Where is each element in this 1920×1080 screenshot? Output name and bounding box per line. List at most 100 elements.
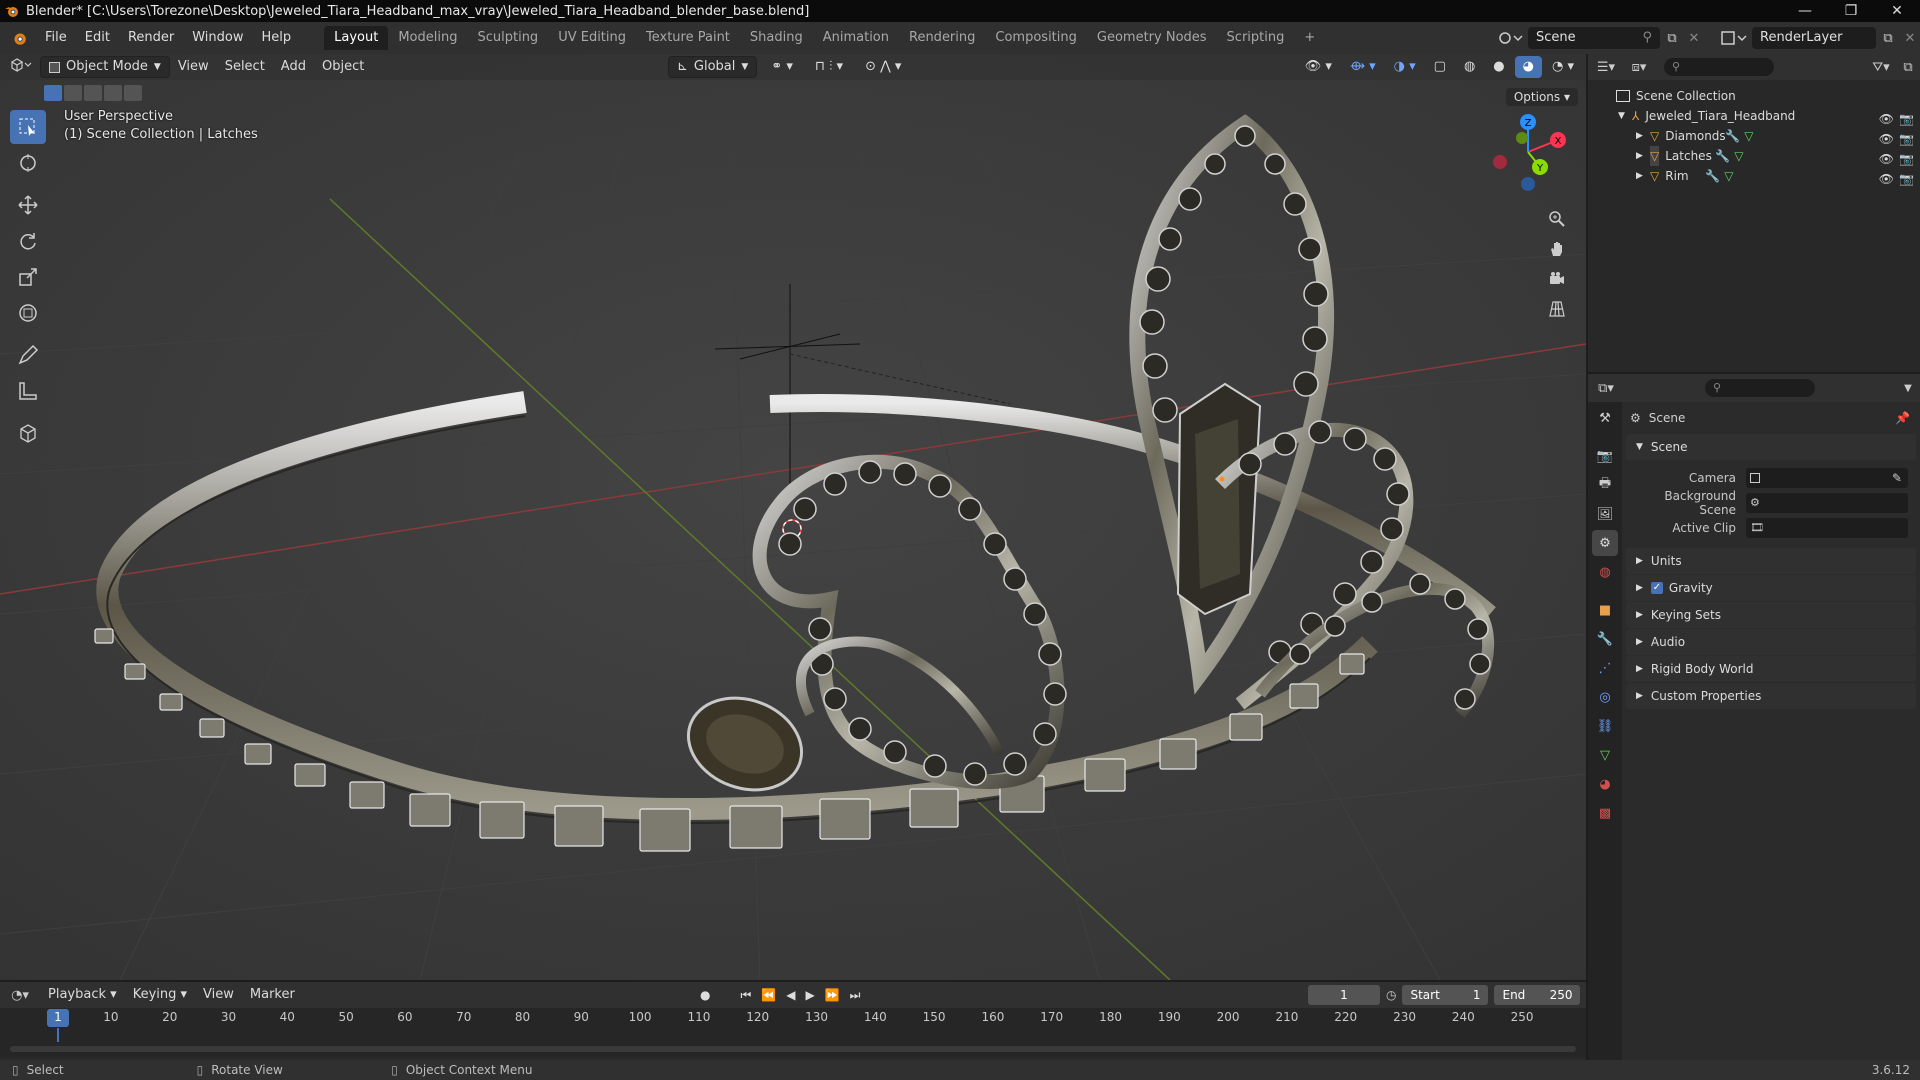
rendered-shading-icon[interactable]: ◔ ▾ [1544,56,1582,78]
scene-field[interactable]: Scene ⚲ [1528,27,1660,49]
camera-field[interactable]: ✎ [1746,467,1908,488]
current-frame-field[interactable]: 1 [1308,985,1380,1005]
audio-panel-header[interactable]: ▶ Audio [1626,629,1916,655]
xray-toggle-icon[interactable]: ▢ [1426,56,1454,78]
gizmo-toggle-icon[interactable]: ⟴ ▾ [1342,56,1384,78]
units-panel-header[interactable]: ▶ Units [1626,548,1916,574]
scene-tab-icon[interactable]: ⚙ [1592,530,1618,556]
expand-arrow-icon[interactable]: ▼ [1618,106,1632,126]
start-frame-field[interactable]: Start 1 [1402,985,1489,1005]
play-icon[interactable]: ▶ [805,988,814,1002]
minimize-button[interactable]: — [1782,0,1828,22]
active-clip-field[interactable]: 🎞 [1746,517,1908,538]
maximize-button[interactable]: ❐ [1828,0,1874,22]
visibility-eye-icon[interactable]: 👁 [1879,169,1894,189]
preview-range-icon[interactable]: ◷ [1386,988,1396,1002]
viewport-scene[interactable] [0,54,1586,980]
expand-arrow-icon[interactable]: ▶ [1636,146,1650,166]
pan-hand-icon[interactable] [1542,234,1572,264]
timeline-scrollbar[interactable] [10,1046,1576,1052]
wireframe-shading-icon[interactable]: ◍ [1456,56,1483,78]
blender-menu-icon[interactable] [10,29,28,47]
new-collection-icon[interactable]: ⧉ [1896,60,1920,75]
properties-options-icon[interactable]: ▼ [1896,383,1920,394]
menu-marker[interactable]: Marker [242,984,303,1006]
add-cube-tool[interactable] [10,416,46,450]
remove-scene-icon[interactable]: ✕ [1684,31,1704,46]
jump-end-icon[interactable]: ⏭ [850,988,861,1003]
close-button[interactable]: ✕ [1874,0,1920,22]
outliner-row-scene-collection[interactable]: Scene Collection [1588,86,1920,106]
tab-modeling[interactable]: Modeling [388,26,467,50]
tab-texture-paint[interactable]: Texture Paint [636,26,740,50]
rigid-body-world-panel-header[interactable]: ▶ Rigid Body World [1626,656,1916,682]
view-layer-icon[interactable] [1718,28,1748,48]
properties-editor-type-icon[interactable]: ⧉▾ [1588,381,1624,396]
select-subtract-icon[interactable] [84,85,102,101]
menu-window[interactable]: Window [183,26,252,50]
texture-tab-icon[interactable]: ▩ [1592,800,1618,826]
tool-tab-icon[interactable]: ⚒ [1592,405,1618,431]
rotate-tool[interactable] [10,224,46,258]
snap-toggle-button[interactable]: ⊓ ⫶ ▾ [807,56,851,78]
annotate-tool[interactable] [10,338,46,372]
pivot-point-button[interactable]: ⚭ ▾ [763,56,801,78]
timeline-ruler[interactable]: 1 10 20 30 40 50 60 70 80 90 100 110 120 130 140 150 160… [0,1008,1586,1028]
cursor-tool[interactable] [10,146,46,180]
tab-shading[interactable]: Shading [740,26,813,50]
data-tab-icon[interactable]: ▽ [1592,742,1618,768]
visibility-icon[interactable]: 👁 ▾ [1297,56,1340,78]
pin-icon[interactable]: ⚲ [1642,27,1652,49]
menu-keying[interactable]: Keying ▾ [125,984,195,1006]
tab-uv-editing[interactable]: UV Editing [548,26,636,50]
material-preview-icon[interactable]: ◕ [1514,56,1542,78]
select-intersect-icon[interactable] [124,85,142,101]
material-tab-icon[interactable]: ◕ [1592,771,1618,797]
timeline-track-area[interactable] [0,1028,1586,1058]
outliner-row-latches[interactable]: ▶ ▽ Latches 🔧 ▽ 👁 📷 [1588,146,1920,166]
gravity-panel-header[interactable]: ▶ ✓ Gravity [1626,575,1916,601]
properties-search-input[interactable]: ⚲ [1705,379,1815,397]
keying-sets-panel-header[interactable]: ▶ Keying Sets [1626,602,1916,628]
outliner-editor-type-icon[interactable]: ☰▾ [1588,60,1624,75]
custom-properties-panel-header[interactable]: ▶ Custom Properties [1626,683,1916,709]
play-reverse-icon[interactable]: ◀ [786,988,795,1002]
menu-playback[interactable]: Playback ▾ [40,984,125,1006]
transform-tool[interactable] [10,296,46,330]
mode-dropdown[interactable]: Object Mode ▼ [40,56,170,78]
navigation-gizmo[interactable]: X Y Z [1488,112,1568,192]
select-invert-icon[interactable] [104,85,122,101]
prev-keyframe-icon[interactable]: ⏪ [761,988,776,1002]
tab-sculpting[interactable]: Sculpting [467,26,548,50]
end-frame-field[interactable]: End 250 [1494,985,1581,1005]
expand-arrow-icon[interactable]: ▶ [1636,166,1650,186]
auto-keying-icon[interactable]: ● [700,988,710,1002]
constraints-tab-icon[interactable]: ⛓ [1592,713,1618,739]
menu-edit[interactable]: Edit [76,26,119,50]
render-tab-icon[interactable]: 📷 [1592,443,1618,469]
menu-view[interactable]: View [170,56,217,78]
gravity-checkbox[interactable]: ✓ [1650,582,1663,594]
measure-tool[interactable] [10,374,46,408]
outliner-row-collection[interactable]: ▼ ⅄ Jeweled_Tiara_Headband 👁 📷 [1588,106,1920,126]
new-view-layer-icon[interactable]: ⧉ [1876,31,1900,46]
display-mode-icon[interactable]: ⧈▾ [1624,60,1654,75]
particles-tab-icon[interactable]: ⋰ [1592,655,1618,681]
next-keyframe-icon[interactable]: ⏩ [825,988,840,1002]
menu-timeline-view[interactable]: View [195,984,242,1006]
tab-layout[interactable]: Layout [324,26,389,50]
ortho-grid-icon[interactable] [1542,294,1572,324]
filter-icon[interactable]: ⛛▾ [1866,60,1896,75]
transform-orientation-dropdown[interactable]: ⊾ Global ▼ [668,56,758,78]
scene-panel-header[interactable]: ▼ Scene [1626,434,1916,460]
overlays-toggle-icon[interactable]: ◑ ▾ [1386,56,1424,78]
timeline-editor-type-icon[interactable]: ◔▾ [0,988,40,1003]
select-extend-icon[interactable] [64,85,82,101]
tab-geometry-nodes[interactable]: Geometry Nodes [1087,26,1217,50]
menu-select[interactable]: Select [217,56,273,78]
zoom-icon[interactable] [1542,204,1572,234]
world-tab-icon[interactable]: ◍ [1592,559,1618,585]
solid-shading-icon[interactable]: ● [1485,56,1512,78]
menu-file[interactable]: File [36,26,76,50]
tab-scripting[interactable]: Scripting [1217,26,1295,50]
